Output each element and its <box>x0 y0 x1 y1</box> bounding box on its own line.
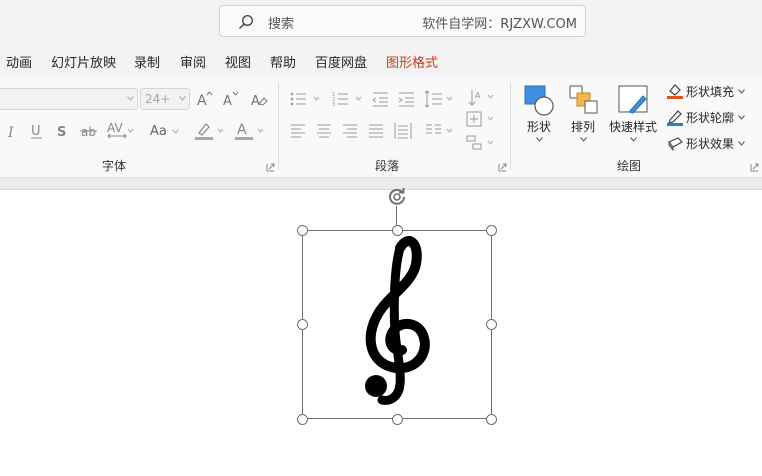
underline-icon[interactable]: U <box>30 122 44 140</box>
align-text-icon[interactable] <box>466 110 496 128</box>
resize-handle-bottom-left[interactable] <box>296 413 308 425</box>
resize-handle-left[interactable] <box>296 318 308 330</box>
justify-icon[interactable] <box>368 124 384 138</box>
chevron-down-icon <box>738 89 745 94</box>
search-input[interactable]: 搜索 <box>268 13 294 32</box>
increase-font-size-icon[interactable]: A <box>196 90 214 108</box>
shape-outline-label: 形状轮廓 <box>686 111 735 125</box>
chevron-down-icon <box>179 96 186 101</box>
svg-text:A: A <box>475 91 481 100</box>
tab-view[interactable]: 视图 <box>225 52 251 71</box>
ribbon-panel: 24+ A A A I U S ab AV Aa A 字体 1 2 3 A 段落… <box>0 76 762 177</box>
text-shadow-icon[interactable]: S <box>56 122 70 140</box>
shapes-label: 形状 <box>527 120 552 134</box>
tab-animations[interactable]: 动画 <box>6 52 32 71</box>
svg-text:A: A <box>223 94 232 108</box>
resize-handle-top-left[interactable] <box>296 224 308 236</box>
svg-text:AV: AV <box>107 121 123 135</box>
chevron-down-icon <box>738 115 745 120</box>
rotate-handle-icon[interactable] <box>386 186 408 208</box>
align-left-icon[interactable] <box>290 124 306 138</box>
search-box[interactable]: 搜索 软件自学网：RJZXW.COM <box>219 5 586 37</box>
svg-text:I: I <box>7 125 14 140</box>
italic-icon[interactable]: I <box>6 122 20 140</box>
tab-review[interactable]: 审阅 <box>180 52 206 71</box>
font-size-combo[interactable]: 24+ <box>140 88 190 110</box>
clear-formatting-icon[interactable]: A <box>250 90 268 108</box>
decrease-font-size-icon[interactable]: A <box>222 90 240 108</box>
chevron-down-icon <box>127 96 134 101</box>
svg-text:A: A <box>237 122 247 138</box>
paragraph-group-label: 段落 <box>375 159 400 173</box>
svg-text:A: A <box>251 94 260 108</box>
chevron-down-icon <box>172 129 179 134</box>
bullets-icon[interactable] <box>290 90 324 108</box>
svg-text:S: S <box>57 125 66 140</box>
decrease-indent-icon[interactable] <box>372 90 390 108</box>
character-spacing-icon[interactable]: AV <box>106 120 134 140</box>
font-dialog-launcher-icon[interactable] <box>266 163 275 172</box>
chevron-down-icon <box>580 137 587 142</box>
resize-handle-top-right[interactable] <box>485 224 497 236</box>
search-icon <box>239 15 253 29</box>
paint-bucket-icon <box>667 84 683 99</box>
highlight-color-icon[interactable] <box>194 120 226 142</box>
columns-icon[interactable] <box>424 122 456 140</box>
watermark-text: 软件自学网：RJZXW.COM <box>422 17 577 32</box>
quick-styles-icon <box>618 85 648 114</box>
quick-styles-label: 快速样式 <box>609 120 658 134</box>
increase-indent-icon[interactable] <box>398 90 416 108</box>
shape-fill-label: 形状填充 <box>686 85 735 99</box>
font-size-value: 24+ <box>145 92 171 106</box>
svg-text:A: A <box>197 93 207 108</box>
ribbon: 24+ A A A I U S ab AV Aa A 字体 1 2 3 A 段落… <box>0 76 762 178</box>
svg-text:ab: ab <box>81 125 96 139</box>
chevron-down-icon <box>536 137 543 142</box>
text-direction-icon[interactable]: A <box>466 88 496 108</box>
drawing-group-label: 绘图 <box>617 159 642 173</box>
shape-effects-label: 形状效果 <box>686 137 735 151</box>
title-bar: 搜索 软件自学网：RJZXW.COM <box>0 0 762 46</box>
group-separator <box>510 82 511 170</box>
ribbon-tabs: 动画 幻灯片放映 录制 审阅 视图 帮助 百度网盘 图形格式 <box>0 46 762 76</box>
shape-effects-icon <box>668 137 683 152</box>
tab-record[interactable]: 录制 <box>134 52 160 71</box>
change-case-button[interactable]: Aa <box>150 124 167 139</box>
arrange-icon <box>569 85 598 114</box>
align-right-icon[interactable] <box>342 124 358 138</box>
arrange-label: 排列 <box>571 120 596 134</box>
svg-text:U: U <box>31 124 41 139</box>
shapes-icon <box>524 85 554 116</box>
tab-help[interactable]: 帮助 <box>270 52 296 71</box>
distributed-align-icon[interactable] <box>394 122 412 140</box>
svg-text:3: 3 <box>332 102 335 108</box>
strikethrough-icon[interactable]: ab <box>80 122 98 140</box>
line-spacing-icon[interactable] <box>424 90 456 108</box>
resize-handle-bottom-right[interactable] <box>485 413 497 425</box>
group-separator <box>278 82 279 170</box>
numbering-icon[interactable]: 123 <box>332 90 366 108</box>
resize-handle-right[interactable] <box>485 318 497 330</box>
pen-outline-icon <box>667 110 683 126</box>
chevron-down-icon <box>738 141 745 146</box>
tab-slideshow[interactable]: 幻灯片放映 <box>51 52 116 71</box>
resize-handle-top[interactable] <box>391 224 403 236</box>
drawing-dialog-launcher-icon[interactable] <box>750 163 759 172</box>
tab-baidu-netdisk[interactable]: 百度网盘 <box>315 52 367 71</box>
treble-clef-icon[interactable] <box>350 236 442 406</box>
align-center-icon[interactable] <box>316 124 332 138</box>
paragraph-dialog-launcher-icon[interactable] <box>498 163 507 172</box>
font-group-label: 字体 <box>102 159 127 173</box>
convert-to-smartart-icon[interactable] <box>466 134 496 152</box>
font-name-combo[interactable] <box>0 88 138 110</box>
chevron-down-icon <box>630 137 637 142</box>
ruler-strip <box>0 178 762 190</box>
resize-handle-bottom[interactable] <box>391 413 403 425</box>
tab-shape-format[interactable]: 图形格式 <box>386 52 438 71</box>
font-color-icon[interactable]: A <box>234 120 266 142</box>
